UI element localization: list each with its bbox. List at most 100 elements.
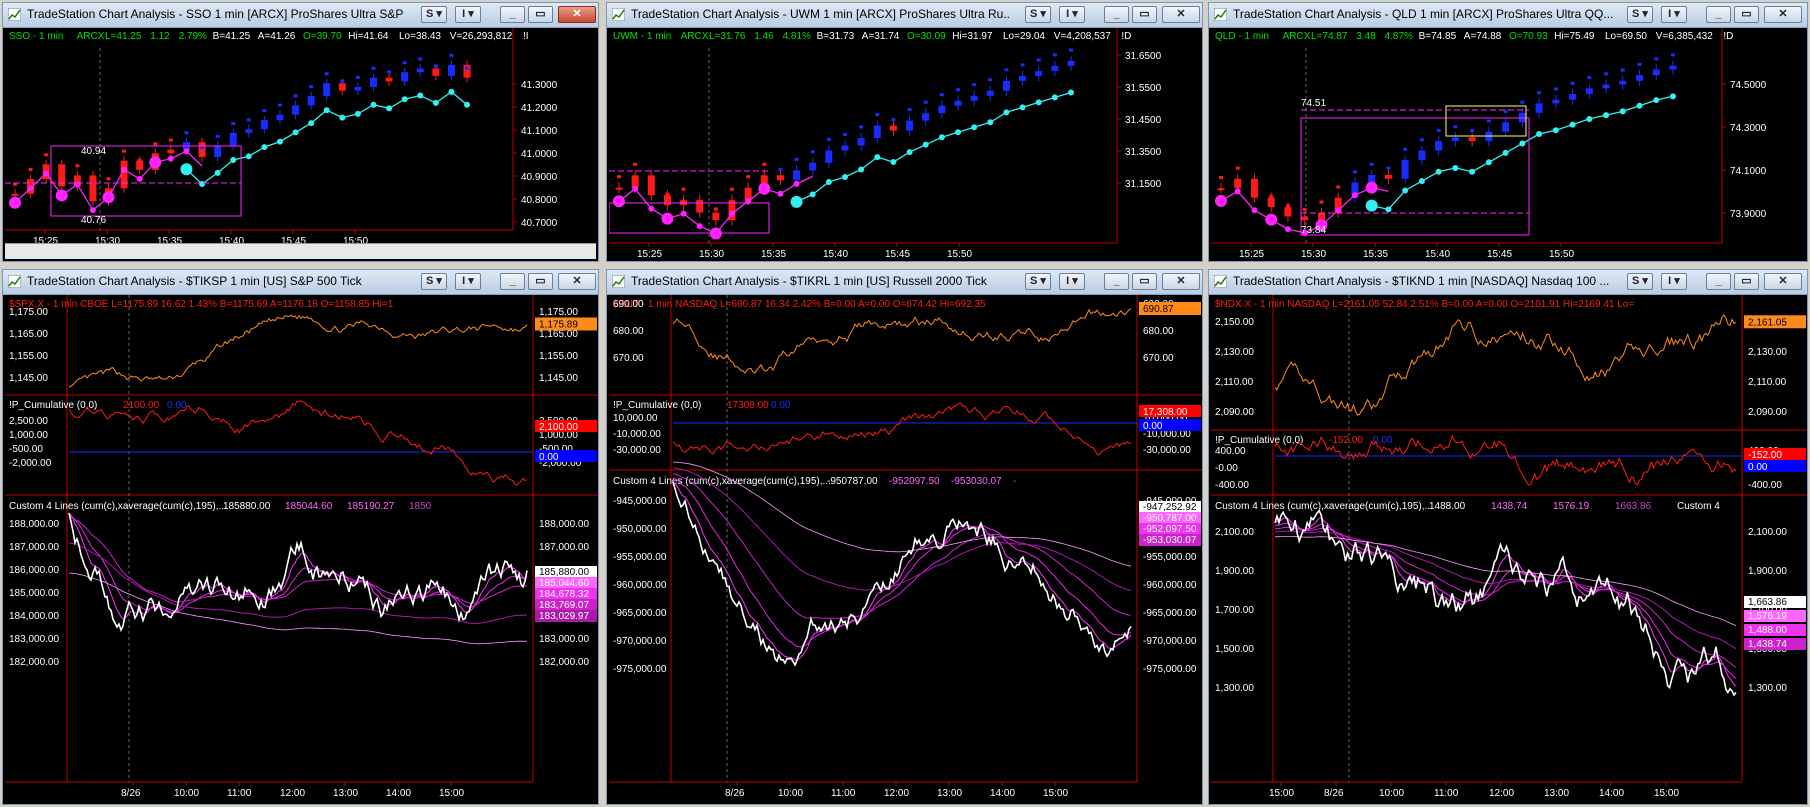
panel-value: 1576.19 <box>1553 501 1590 512</box>
chart-window-tiknd[interactable]: TradeStation Chart Analysis - $TIKND 1 m… <box>1208 269 1808 805</box>
style-button[interactable]: S ▾ <box>1025 6 1051 23</box>
chart-window-qld[interactable]: TradeStation Chart Analysis - QLD 1 min … <box>1208 2 1808 262</box>
titlebar[interactable]: TradeStation Chart Analysis - QLD 1 min … <box>1209 3 1807 28</box>
minimize-button[interactable]: _ <box>1104 6 1129 23</box>
minimize-button[interactable]: _ <box>1706 6 1731 23</box>
close-button[interactable]: ✕ <box>1764 6 1802 23</box>
price-tick-label: 187,000.00 <box>539 542 589 553</box>
tick-chart-tiknd[interactable]: $NDX.X - 1 min NASDAQ L=2161.05 52.84 2.… <box>1211 295 1807 804</box>
moving-average-dot <box>1536 131 1543 138</box>
time-tick-label: 8/26 <box>1324 788 1344 799</box>
magenta-dot <box>758 182 771 195</box>
price-chart-sso[interactable]: SSO - 1 min ARCX L=41.25 1.12 2.79% B=41.25 A=… <box>5 28 598 247</box>
left-tick-label: -400.00 <box>1215 480 1249 491</box>
indicator-button[interactable]: I ▾ <box>1661 6 1687 23</box>
chart-window-tiksp[interactable]: TradeStation Chart Analysis - $TIKSP 1 m… <box>2 269 599 805</box>
titlebar[interactable]: TradeStation Chart Analysis - UWM 1 min … <box>607 3 1202 28</box>
horizontal-scrollbar[interactable] <box>5 243 596 259</box>
zero-badge-label: 0.00 <box>1143 421 1163 432</box>
tick-marker <box>665 192 670 196</box>
candle-body <box>1451 137 1459 142</box>
header-value: !D <box>1121 31 1131 42</box>
maximize-button[interactable]: ▭ <box>1132 6 1157 23</box>
close-button[interactable]: ✕ <box>558 6 596 23</box>
candle-body <box>338 83 346 91</box>
chart-area[interactable]: $SPX.X - 1 min CBOE L=1175.89 16.62 1.43… <box>5 295 598 804</box>
chart-area[interactable]: UWM - 1 min ARCX L=31.76 1.46 4.81% B=31.73 A=… <box>608 28 1202 261</box>
moving-average-dot <box>890 159 897 166</box>
minimize-button[interactable]: _ <box>1706 273 1731 290</box>
titlebar[interactable]: TradeStation Chart Analysis - $TIKRL 1 m… <box>607 270 1202 295</box>
tick-marker <box>1069 48 1073 52</box>
chart-area[interactable]: SSO - 1 min ARCX L=41.25 1.12 2.79% B=41.25 A=… <box>5 28 598 259</box>
minimize-button[interactable]: _ <box>1104 273 1129 290</box>
style-button[interactable]: S ▾ <box>1627 6 1653 23</box>
zero-badge-label: 0.00 <box>539 452 559 463</box>
indicator-button[interactable]: I ▾ <box>1059 6 1085 23</box>
candle-body <box>1051 65 1059 71</box>
maximize-button[interactable]: ▭ <box>1734 6 1759 23</box>
titlebar[interactable]: TradeStation Chart Analysis - $TIKND 1 m… <box>1209 270 1807 295</box>
close-button[interactable]: ✕ <box>1764 273 1802 290</box>
style-button[interactable]: S ▾ <box>421 273 447 290</box>
header-value: V=6,385,432 <box>1656 31 1713 42</box>
average-badge-label: 1,488.00 <box>1748 625 1787 636</box>
time-tick-label: 15:50 <box>1549 249 1574 260</box>
header-value: Hi=31.97 <box>952 31 993 42</box>
minimize-button[interactable]: _ <box>500 273 525 290</box>
moving-average-dot <box>386 105 393 112</box>
tick-marker <box>465 66 469 70</box>
style-button[interactable]: S ▾ <box>1025 273 1051 290</box>
style-button[interactable]: S ▾ <box>1627 273 1653 290</box>
indicator-button[interactable]: I ▾ <box>455 6 481 23</box>
tick-marker <box>794 157 799 161</box>
close-button[interactable]: ✕ <box>1162 273 1200 290</box>
magenta-dot <box>709 227 722 240</box>
maximize-button[interactable]: ▭ <box>1132 273 1157 290</box>
chart-window-tikrl[interactable]: TradeStation Chart Analysis - $TIKRL 1 m… <box>606 269 1203 805</box>
left-tick-label: 680.00 <box>613 326 644 337</box>
maximize-button[interactable]: ▭ <box>1734 273 1759 290</box>
magenta-dot <box>1215 194 1227 207</box>
tick-chart-tiksp[interactable]: $SPX.X - 1 min CBOE L=1175.89 16.62 1.43… <box>5 295 598 804</box>
tick-marker <box>1553 87 1558 91</box>
left-tick-label: 182,000.00 <box>9 657 59 668</box>
tick-chart-tikrl[interactable]: $RUT - 1 min NASDAQ L=690.87 16.34 2.42%… <box>609 295 1202 804</box>
moving-average-dot <box>1003 109 1010 116</box>
minimize-button[interactable]: _ <box>500 6 525 23</box>
magenta-dot <box>793 180 800 187</box>
price-chart-qld[interactable]: QLD - 1 min ARCX L=74.87 3.48 4.87% B=74.85 A=… <box>1211 28 1807 261</box>
titlebar[interactable]: TradeStation Chart Analysis - $TIKSP 1 m… <box>3 270 598 295</box>
moving-average-dot <box>370 101 377 108</box>
indicator-button[interactable]: I ▾ <box>1059 273 1085 290</box>
titlebar[interactable]: TradeStation Chart Analysis - SSO 1 min … <box>3 3 598 28</box>
tick-marker <box>1036 58 1041 62</box>
moving-average-dot <box>417 92 424 99</box>
average-badge-label: 1,663.86 <box>1748 597 1787 608</box>
indicator-button[interactable]: I ▾ <box>455 273 481 290</box>
candle-body <box>1217 188 1225 191</box>
style-button[interactable]: S ▾ <box>421 6 447 23</box>
maximize-button[interactable]: ▭ <box>528 6 553 23</box>
header-value: 2.79% <box>179 31 207 42</box>
price-tick-label: 41.1000 <box>521 126 558 137</box>
close-button[interactable]: ✕ <box>1162 6 1200 23</box>
indicator-button[interactable]: I ▾ <box>1661 273 1687 290</box>
close-button[interactable]: ✕ <box>558 273 596 290</box>
price-tick-label: 2,130.00 <box>1748 347 1787 358</box>
chart-area[interactable]: QLD - 1 min ARCX L=74.87 3.48 4.87% B=74.85 A=… <box>1211 28 1807 261</box>
chart-window-uwm[interactable]: TradeStation Chart Analysis - UWM 1 min … <box>606 2 1203 262</box>
tick-marker <box>418 57 423 61</box>
chart-area[interactable]: $RUT - 1 min NASDAQ L=690.87 16.34 2.42%… <box>609 295 1202 804</box>
chart-window-sso[interactable]: TradeStation Chart Analysis - SSO 1 min … <box>2 2 599 262</box>
chart-area[interactable]: $NDX.X - 1 min NASDAQ L=2161.05 52.84 2.… <box>1211 295 1807 804</box>
price-chart-uwm[interactable]: UWM - 1 min ARCX L=31.76 1.46 4.81% B=31.73 A=… <box>608 28 1202 261</box>
panel-label: $NDX.X - 1 min NASDAQ L=2161.05 52.84 2.… <box>1215 299 1634 310</box>
maximize-button[interactable]: ▭ <box>528 273 553 290</box>
moving-average-dot <box>1418 178 1425 185</box>
time-tick-label: 13:00 <box>333 788 358 799</box>
header-value: 3.48 <box>1356 31 1376 42</box>
tick-marker <box>1520 100 1525 104</box>
tick-marker <box>1302 208 1307 212</box>
header-value: Lo=29.04 <box>1003 31 1045 42</box>
